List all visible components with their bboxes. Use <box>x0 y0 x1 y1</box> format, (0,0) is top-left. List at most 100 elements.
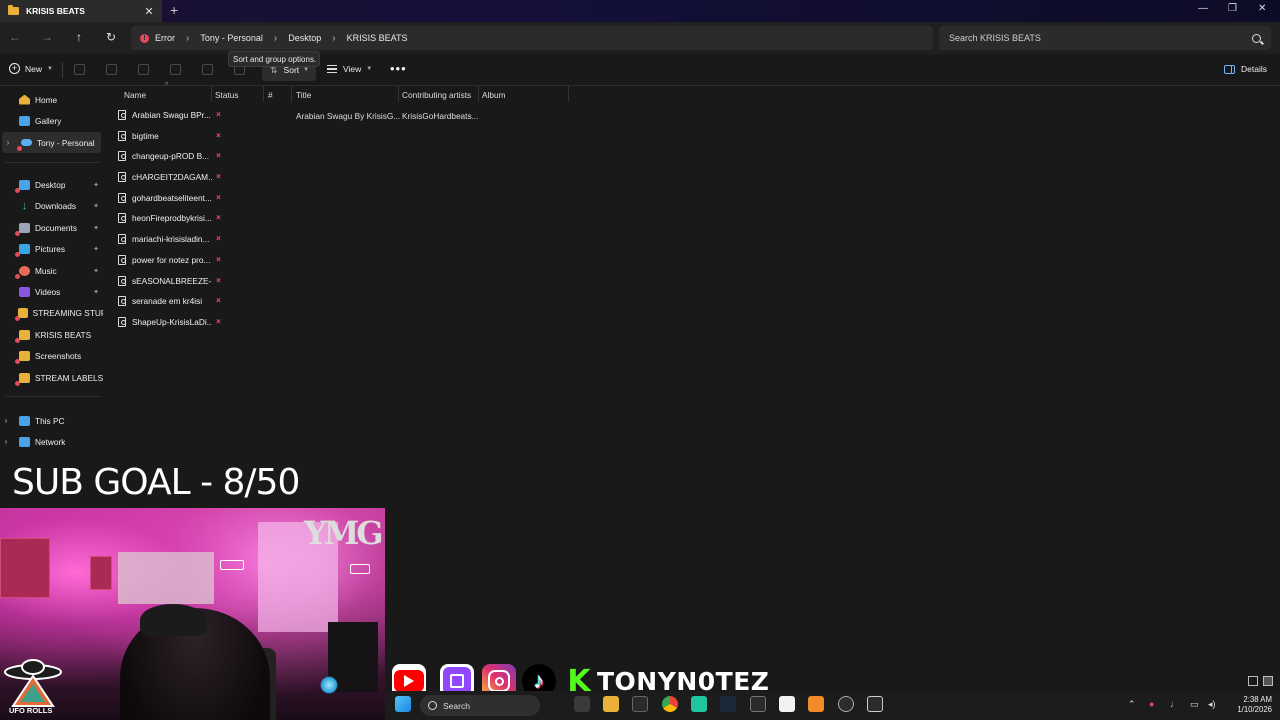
task-view-icon[interactable] <box>574 696 590 712</box>
chevron-right-icon[interactable]: › <box>274 33 277 44</box>
file-row[interactable]: heonFireprodbykrisi... × <box>113 208 273 228</box>
onedrive-tray-icon[interactable]: ● <box>1149 699 1154 709</box>
forward-button[interactable]: → <box>39 30 55 44</box>
pin-icon[interactable]: ✦ <box>93 202 99 210</box>
audio-app-icon[interactable] <box>808 696 824 712</box>
store-icon[interactable] <box>632 696 648 712</box>
close-tab-icon[interactable]: ✕ <box>141 5 157 18</box>
notepad-icon[interactable] <box>779 696 795 712</box>
pin-icon[interactable]: ✦ <box>93 224 99 232</box>
chevron-right-icon[interactable]: › <box>332 33 335 44</box>
rename-icon[interactable] <box>170 64 181 75</box>
app-icon[interactable] <box>838 696 854 712</box>
column-divider[interactable] <box>211 86 212 102</box>
breadcrumb-error[interactable]: Error <box>155 33 175 43</box>
chevron-right-icon[interactable]: › <box>2 138 14 147</box>
back-button[interactable]: ← <box>7 30 23 44</box>
up-button[interactable]: ↑ <box>71 30 87 44</box>
details-button[interactable]: Details <box>1224 64 1267 74</box>
taskbar-search[interactable]: Search <box>420 695 540 716</box>
chevron-right-icon[interactable]: › <box>0 416 12 425</box>
obs-icon[interactable] <box>750 696 766 712</box>
file-row[interactable]: changeup-pROD B... × <box>113 146 273 166</box>
tab-krisis-beats[interactable]: KRISIS BEATS ✕ <box>0 0 162 22</box>
app-icon[interactable] <box>691 696 707 712</box>
sidebar-item-network[interactable]: › Network <box>0 431 103 452</box>
column-header-contributing-artists[interactable]: Contributing artists <box>402 90 471 106</box>
column-header-title[interactable]: Title <box>296 90 311 106</box>
chevron-up-icon[interactable]: ⌃ <box>1128 699 1136 710</box>
breadcrumb-desktop[interactable]: Desktop <box>288 33 321 43</box>
share-icon[interactable] <box>202 64 213 75</box>
chevron-right-icon[interactable]: › <box>0 437 12 446</box>
address-bar[interactable]: ! Error › Tony - Personal › Desktop › KR… <box>131 26 933 50</box>
chevron-right-icon[interactable]: › <box>186 33 189 44</box>
terminal-icon[interactable] <box>867 696 883 712</box>
network-tray-icon[interactable]: ▭ <box>1190 699 1199 710</box>
pin-icon[interactable]: ✦ <box>93 288 99 296</box>
breadcrumb-tony-personal[interactable]: Tony - Personal <box>200 33 263 43</box>
sidebar-item-pictures[interactable]: Pictures ✦ <box>0 238 103 259</box>
sidebar-item-streaming-stuff[interactable]: STREAMING STUFF <box>0 302 103 323</box>
steam-icon[interactable] <box>720 696 736 712</box>
chevron-down-icon: ▼ <box>47 65 53 72</box>
sidebar-item-home[interactable]: Home <box>0 89 103 110</box>
column-header-status[interactable]: Status <box>215 90 239 106</box>
more-options-button[interactable]: ••• <box>390 61 407 76</box>
view-button[interactable]: View ▼ <box>327 64 372 74</box>
column-header-number[interactable]: # <box>268 90 273 106</box>
column-header-album[interactable]: Album <box>482 90 506 106</box>
sidebar-item-this-pc[interactable]: › This PC <box>0 410 103 431</box>
column-header-name[interactable]: Name <box>124 90 146 106</box>
sidebar-item-tony-personal[interactable]: › Tony - Personal <box>2 132 101 153</box>
pin-icon[interactable]: ✦ <box>93 245 99 253</box>
breadcrumb-krisis-beats[interactable]: KRISIS BEATS <box>347 33 408 43</box>
paste-icon[interactable] <box>138 64 149 75</box>
file-name: changeup-pROD B... <box>132 151 210 161</box>
sidebar-item-screenshots[interactable]: Screenshots <box>0 345 103 366</box>
microphone-icon[interactable]: ♩ <box>1170 699 1179 709</box>
file-row[interactable]: sEASONALBREEZE-... × <box>113 271 273 291</box>
maximize-button[interactable]: ❐ <box>1228 3 1237 14</box>
search-input[interactable]: Search KRISIS BEATS <box>939 26 1271 50</box>
new-tab-button[interactable]: + <box>170 2 178 18</box>
new-button[interactable]: + New ▼ <box>9 63 53 74</box>
sidebar-item-gallery[interactable]: Gallery <box>0 110 103 131</box>
volume-icon[interactable]: ◂) <box>1208 699 1216 710</box>
minimize-button[interactable]: — <box>1198 3 1208 14</box>
sidebar-item-stream-labels[interactable]: STREAM LABELS <box>0 367 103 388</box>
view-details-icon[interactable] <box>1248 676 1258 686</box>
cut-icon[interactable] <box>74 64 85 75</box>
sidebar-item-music[interactable]: Music ✦ <box>0 260 103 281</box>
copy-icon[interactable] <box>106 64 117 75</box>
file-name: sEASONALBREEZE-... <box>132 276 212 286</box>
file-row[interactable]: Arabian Swagu BPr... × <box>113 105 273 125</box>
file-row[interactable]: mariachi-krisisladin... × <box>113 229 273 249</box>
view-tiles-icon[interactable] <box>1263 676 1273 686</box>
column-divider[interactable] <box>263 86 264 102</box>
start-icon[interactable] <box>395 696 411 712</box>
sidebar-item-videos[interactable]: Videos ✦ <box>0 281 103 302</box>
column-divider[interactable] <box>568 86 569 102</box>
file-row[interactable]: gohardbeatseliteent... × <box>113 188 273 208</box>
chrome-icon[interactable] <box>662 696 678 712</box>
close-window-button[interactable]: ✕ <box>1258 3 1266 14</box>
sidebar-item-desktop[interactable]: Desktop ✦ <box>0 174 103 195</box>
file-explorer-icon[interactable] <box>603 696 619 712</box>
search-icon[interactable] <box>1252 33 1261 43</box>
file-row[interactable]: seranade em kr4isi × <box>113 291 273 311</box>
column-divider[interactable] <box>291 86 292 102</box>
file-row[interactable]: bigtime × <box>113 126 273 146</box>
sidebar-item-documents[interactable]: Documents ✦ <box>0 217 103 238</box>
file-row[interactable]: ShapeUp-KrisisLaDi... × <box>113 312 273 332</box>
sidebar-item-downloads[interactable]: ↓ Downloads ✦ <box>0 195 103 216</box>
sidebar-item-krisis-beats[interactable]: KRISIS BEATS <box>0 324 103 345</box>
column-divider[interactable] <box>398 86 399 102</box>
pin-icon[interactable]: ✦ <box>93 267 99 275</box>
file-row[interactable]: cHARGEIT2DAGAM... × <box>113 167 273 187</box>
column-divider[interactable] <box>478 86 479 102</box>
file-row[interactable]: power for notez pro... × <box>113 250 273 270</box>
refresh-button[interactable]: ↻ <box>103 30 119 44</box>
taskbar-clock[interactable]: 2:38 AM 1/10/2026 <box>1226 695 1272 715</box>
pin-icon[interactable]: ✦ <box>93 181 99 189</box>
